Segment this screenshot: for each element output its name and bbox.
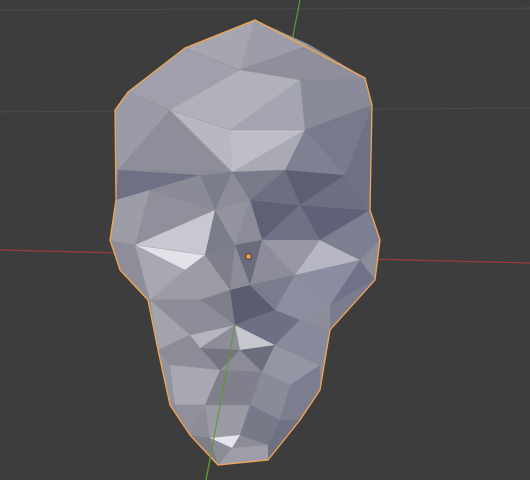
object-origin-dot[interactable] — [245, 253, 252, 260]
viewport-canvas[interactable] — [0, 0, 530, 480]
3d-viewport[interactable] — [0, 0, 530, 480]
skull-mesh[interactable] — [109, 19, 381, 466]
